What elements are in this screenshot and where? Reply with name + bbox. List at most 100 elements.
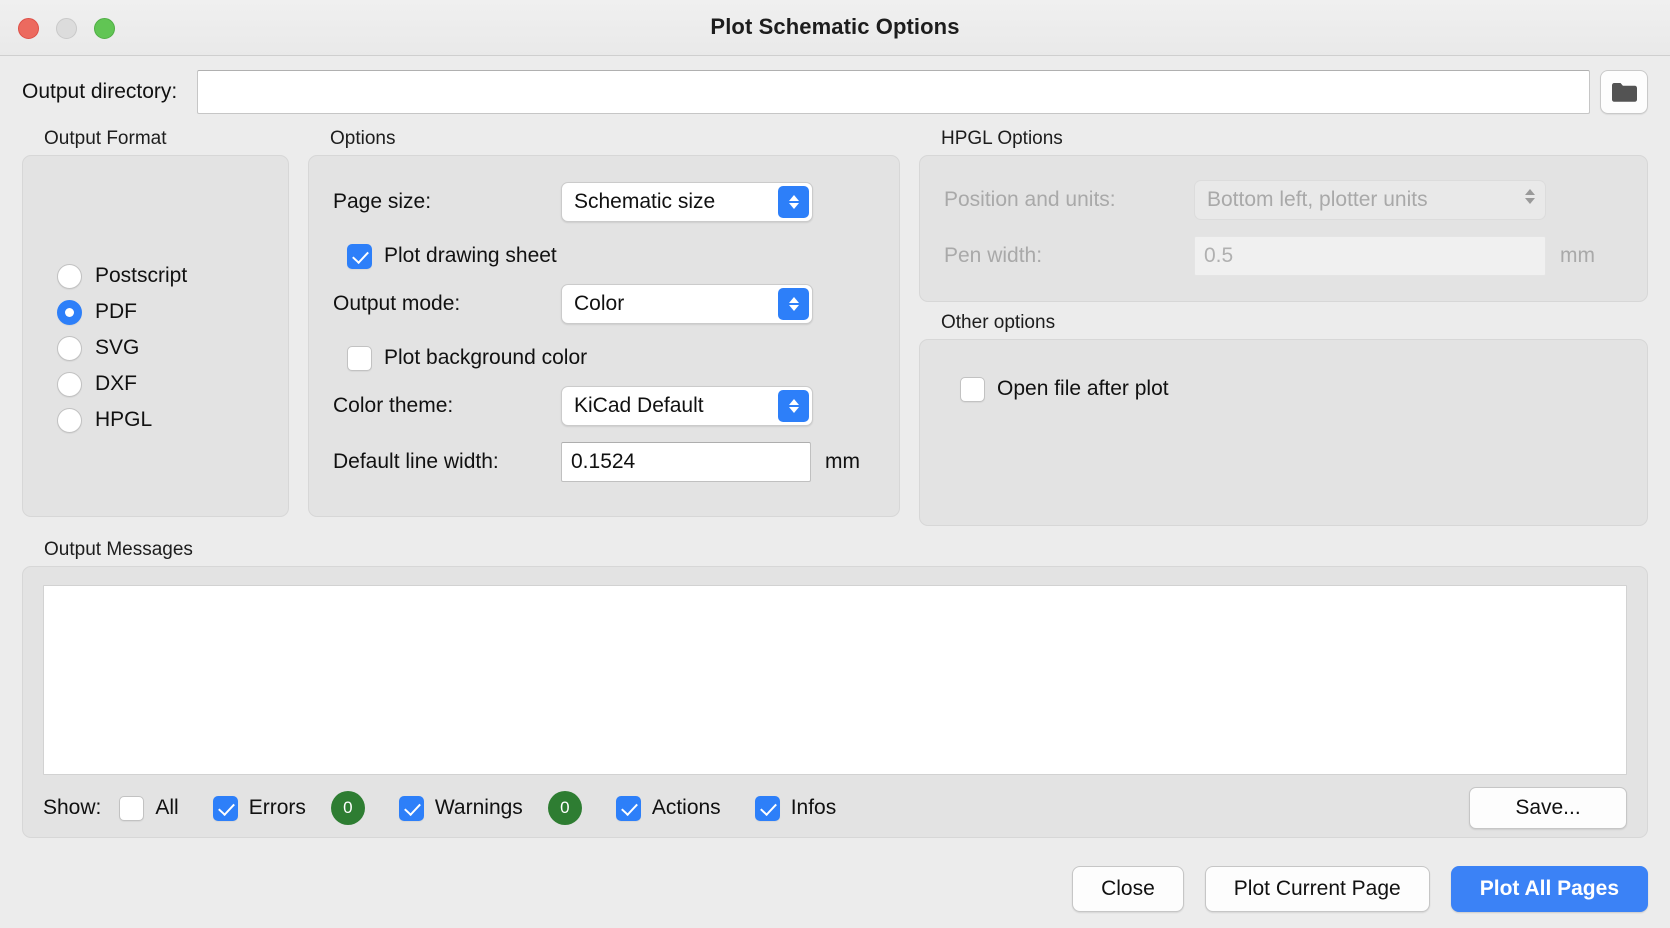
radio-svg[interactable]: SVG bbox=[57, 330, 288, 366]
filter-errors-check-indicator bbox=[213, 796, 238, 821]
filter-errors-label: Errors bbox=[249, 796, 306, 820]
plot-background-color-check-indicator bbox=[347, 346, 372, 371]
title-bar: Plot Schematic Options bbox=[0, 0, 1670, 56]
output-mode-stepper-icon bbox=[778, 288, 809, 320]
output-mode-label: Output mode: bbox=[333, 292, 561, 316]
message-filters-row: Show: All Errors 0 Warnings 0 bbox=[43, 775, 1627, 837]
filter-all-label: All bbox=[155, 796, 178, 820]
color-theme-stepper-icon bbox=[778, 390, 809, 422]
plot-drawing-sheet-label: Plot drawing sheet bbox=[384, 244, 557, 268]
filter-warnings[interactable]: Warnings 0 bbox=[399, 791, 582, 825]
page-size-stepper-icon bbox=[778, 186, 809, 218]
filter-infos-check-indicator bbox=[755, 796, 780, 821]
open-file-after-plot-label: Open file after plot bbox=[997, 377, 1169, 401]
pen-width-label: Pen width: bbox=[944, 244, 1194, 268]
pen-width-row: Pen width: mm bbox=[944, 232, 1623, 280]
options-group: Options Page size: Schematic size bbox=[308, 128, 900, 517]
default-line-width-unit: mm bbox=[825, 450, 860, 474]
color-theme-select[interactable]: KiCad Default bbox=[561, 386, 813, 426]
radio-dxf[interactable]: DXF bbox=[57, 366, 288, 402]
plot-schematic-options-dialog: Plot Schematic Options Output directory:… bbox=[0, 0, 1670, 928]
color-theme-row: Color theme: KiCad Default bbox=[333, 382, 875, 430]
output-mode-select[interactable]: Color bbox=[561, 284, 813, 324]
filter-all-check-indicator bbox=[119, 796, 144, 821]
filter-warnings-check-indicator bbox=[399, 796, 424, 821]
right-column: HPGL Options Position and units: Bottom … bbox=[919, 128, 1648, 526]
radio-postscript[interactable]: Postscript bbox=[57, 258, 288, 294]
options-panels: Output Format Postscript PDF SVG bbox=[0, 124, 1670, 526]
output-directory-row: Output directory: bbox=[0, 56, 1670, 124]
browse-output-directory-button[interactable] bbox=[1600, 70, 1648, 114]
radio-svg-label: SVG bbox=[95, 336, 139, 360]
pen-width-input bbox=[1194, 236, 1546, 276]
page-size-label: Page size: bbox=[333, 190, 561, 214]
output-directory-label: Output directory: bbox=[22, 80, 177, 104]
output-format-group: Output Format Postscript PDF SVG bbox=[22, 128, 289, 517]
page-size-select[interactable]: Schematic size bbox=[561, 182, 813, 222]
filter-errors[interactable]: Errors 0 bbox=[213, 791, 365, 825]
hpgl-options-group: HPGL Options Position and units: Bottom … bbox=[919, 128, 1648, 302]
output-directory-input[interactable] bbox=[197, 70, 1590, 114]
output-format-box: Postscript PDF SVG DXF bbox=[22, 155, 289, 517]
radio-hpgl[interactable]: HPGL bbox=[57, 402, 288, 438]
color-theme-value: KiCad Default bbox=[574, 394, 704, 418]
color-theme-label: Color theme: bbox=[333, 394, 561, 418]
position-and-units-stepper-icon bbox=[1525, 189, 1535, 204]
filter-actions[interactable]: Actions bbox=[616, 796, 721, 821]
filter-warnings-label: Warnings bbox=[435, 796, 523, 820]
radio-hpgl-indicator bbox=[57, 408, 82, 433]
radio-hpgl-label: HPGL bbox=[95, 408, 152, 432]
open-file-after-plot-checkbox[interactable]: Open file after plot bbox=[960, 367, 1647, 411]
position-and-units-select: Bottom left, plotter units bbox=[1194, 180, 1546, 220]
dialog-footer: Close Plot Current Page Plot All Pages bbox=[0, 850, 1670, 928]
plot-current-page-button[interactable]: Plot Current Page bbox=[1205, 866, 1430, 912]
default-line-width-label: Default line width: bbox=[333, 450, 561, 474]
output-mode-row: Output mode: Color bbox=[333, 280, 875, 328]
radio-postscript-indicator bbox=[57, 264, 82, 289]
radio-pdf-indicator bbox=[57, 300, 82, 325]
filter-actions-check-indicator bbox=[616, 796, 641, 821]
window-title: Plot Schematic Options bbox=[0, 14, 1670, 40]
default-line-width-row: Default line width: mm bbox=[333, 438, 875, 486]
options-box: Page size: Schematic size Plot drawing s… bbox=[308, 155, 900, 517]
plot-background-color-checkbox[interactable]: Plot background color bbox=[333, 336, 875, 380]
radio-postscript-label: Postscript bbox=[95, 264, 187, 288]
other-options-title: Other options bbox=[919, 312, 1648, 339]
close-button[interactable]: Close bbox=[1072, 866, 1184, 912]
page-size-value: Schematic size bbox=[574, 190, 715, 214]
other-options-group: Other options Open file after plot bbox=[919, 312, 1648, 526]
hpgl-options-box: Position and units: Bottom left, plotter… bbox=[919, 155, 1648, 302]
options-title: Options bbox=[308, 128, 900, 155]
radio-dxf-indicator bbox=[57, 372, 82, 397]
output-format-title: Output Format bbox=[22, 128, 289, 155]
hpgl-options-title: HPGL Options bbox=[919, 128, 1648, 155]
pen-width-unit: mm bbox=[1560, 244, 1595, 268]
errors-count-badge: 0 bbox=[331, 791, 365, 825]
output-messages-group: Output Messages Show: All Errors 0 bbox=[22, 539, 1648, 838]
plot-drawing-sheet-check-indicator bbox=[347, 244, 372, 269]
radio-dxf-label: DXF bbox=[95, 372, 137, 396]
output-messages-box: Show: All Errors 0 Warnings 0 bbox=[22, 566, 1648, 838]
plot-drawing-sheet-checkbox[interactable]: Plot drawing sheet bbox=[333, 234, 875, 278]
plot-all-pages-button[interactable]: Plot All Pages bbox=[1451, 866, 1648, 912]
folder-icon bbox=[1611, 82, 1637, 103]
output-mode-value: Color bbox=[574, 292, 624, 316]
default-line-width-input[interactable] bbox=[561, 442, 811, 482]
position-and-units-label: Position and units: bbox=[944, 188, 1194, 212]
open-file-after-plot-check-indicator bbox=[960, 377, 985, 402]
warnings-count-badge: 0 bbox=[548, 791, 582, 825]
page-size-row: Page size: Schematic size bbox=[333, 178, 875, 226]
dialog-content: Output directory: Output Format Postscri… bbox=[0, 56, 1670, 850]
save-messages-button[interactable]: Save... bbox=[1469, 787, 1627, 829]
filter-all[interactable]: All bbox=[119, 796, 178, 821]
radio-pdf-label: PDF bbox=[95, 300, 137, 324]
output-messages-area[interactable] bbox=[43, 585, 1627, 775]
output-messages-title: Output Messages bbox=[22, 539, 1648, 566]
position-and-units-row: Position and units: Bottom left, plotter… bbox=[944, 176, 1623, 224]
other-options-box: Open file after plot bbox=[919, 339, 1648, 526]
filter-actions-label: Actions bbox=[652, 796, 721, 820]
radio-pdf[interactable]: PDF bbox=[57, 294, 288, 330]
filter-infos-label: Infos bbox=[791, 796, 837, 820]
position-and-units-value: Bottom left, plotter units bbox=[1207, 188, 1428, 212]
filter-infos[interactable]: Infos bbox=[755, 796, 837, 821]
